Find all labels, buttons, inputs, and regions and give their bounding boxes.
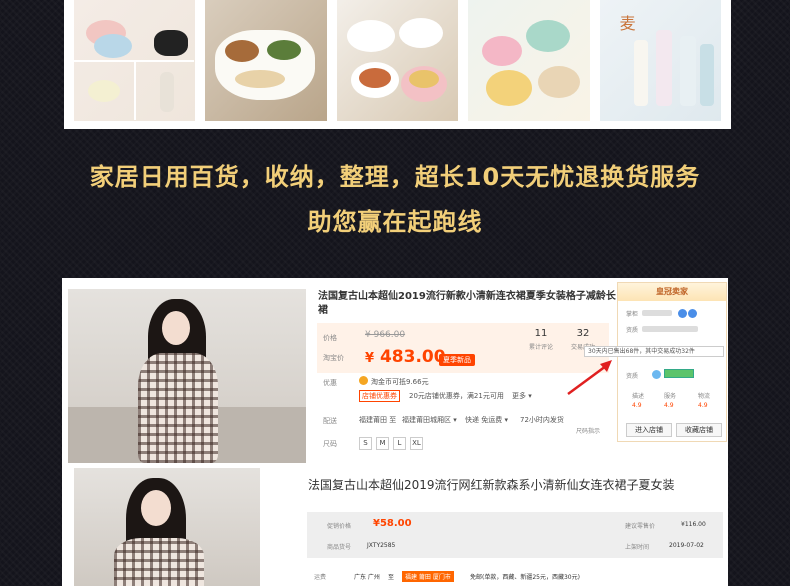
product2-ship-note: 免邮(单款，西藏、新疆25元，西藏30元) bbox=[470, 574, 580, 581]
chat-icon[interactable] bbox=[688, 309, 697, 318]
product-thumb-water-bottles[interactable]: 麦 bbox=[599, 0, 722, 121]
size-label: 尺码 bbox=[323, 440, 337, 448]
rating-label-logistics: 物流 bbox=[698, 393, 711, 400]
qualification-label: 资质 bbox=[626, 327, 639, 334]
rating-value-desc: 4.9 bbox=[632, 402, 642, 409]
new-arrival-badge: 夏季新品 bbox=[439, 354, 475, 366]
product-thumb-noodle-bowls[interactable] bbox=[336, 0, 459, 121]
sales-count: 32 bbox=[576, 328, 590, 339]
product-secondary-photo[interactable] bbox=[74, 468, 260, 586]
product2-code-label: 商品货号 bbox=[327, 544, 352, 551]
promo-subheadline: 助您赢在起跑线 bbox=[307, 208, 483, 236]
blurred-shop-name bbox=[642, 310, 672, 316]
rating-label-service: 服务 bbox=[664, 393, 677, 400]
size-option-l[interactable]: L bbox=[393, 437, 406, 450]
product-screenshot-panel: 法国复古山本超仙2019流行新款小清新连衣裙夏季女装格子减龄长裙 价格 ¥ 96… bbox=[62, 278, 728, 586]
rating-value-logistics: 4.9 bbox=[698, 402, 708, 409]
product2-price-label: 促销价格 bbox=[327, 523, 352, 530]
product2-ref-price-label: 建议零售价 bbox=[625, 523, 656, 530]
size-option-m[interactable]: M bbox=[376, 437, 389, 450]
express-select[interactable]: 快递 免运费 ▾ bbox=[465, 415, 508, 425]
coupon-text: 20元店铺优惠券，满21元可用 bbox=[409, 392, 504, 400]
product-thumb-divided-plate[interactable] bbox=[205, 0, 327, 121]
product-title[interactable]: 法国复古山本超仙2019流行新款小清新连衣裙夏季女装格子减龄长裙 bbox=[318, 290, 618, 318]
shop-keeper-label: 掌柜 bbox=[626, 311, 639, 318]
coin-icon bbox=[359, 376, 368, 385]
favorite-shop-button[interactable]: 收藏店铺 bbox=[676, 423, 722, 437]
size-option-s[interactable]: S bbox=[359, 437, 372, 450]
product2-date-label: 上架时间 bbox=[625, 544, 650, 551]
shop-info-card: 皇冠卖家 掌柜 资质 资质 描述 服务 物流 4.9 4.9 4.9 进入店铺 … bbox=[617, 282, 727, 442]
size-guide-link[interactable]: 尺码指示 bbox=[576, 426, 600, 435]
certification-label: 资质 bbox=[626, 373, 639, 380]
rating-value-service: 4.9 bbox=[664, 402, 674, 409]
more-coupons-link[interactable]: 更多 ▾ bbox=[512, 391, 532, 401]
size-option-xl[interactable]: XL bbox=[410, 437, 423, 450]
price-label: 价格 bbox=[323, 334, 337, 342]
shipping-label: 配送 bbox=[323, 417, 337, 425]
product2-date: 2019-07-02 bbox=[669, 542, 704, 549]
product2-ship-from: 广东 广州 bbox=[354, 574, 380, 581]
shop-level-header: 皇冠卖家 bbox=[618, 283, 726, 301]
ship-to-select[interactable]: 福建莆田城厢区 ▾ bbox=[402, 415, 457, 425]
product2-price: ¥58.00 bbox=[373, 518, 412, 529]
promo-price-label: 淘宝价 bbox=[323, 354, 344, 362]
review-count-label: 累计评论 bbox=[528, 344, 553, 351]
product-thumb-wheat-bowls[interactable] bbox=[468, 0, 590, 121]
red-arrow-icon bbox=[567, 360, 612, 396]
product2-title[interactable]: 法国复古山本超仙2019流行网红新款森系小清新仙女连衣裙子夏女装 bbox=[308, 476, 718, 493]
blurred-qualification bbox=[642, 326, 698, 332]
review-count: 11 bbox=[534, 328, 548, 339]
product2-ship-to-select[interactable]: 福建 莆田 厦门市 bbox=[402, 571, 454, 582]
enter-shop-button[interactable]: 进入店铺 bbox=[626, 423, 672, 437]
product2-ship-to-label: 至 bbox=[388, 574, 395, 581]
coin-text: 淘金币可抵9.66元 bbox=[371, 378, 429, 386]
badge-icon bbox=[652, 370, 661, 379]
benefit-label: 优惠 bbox=[323, 379, 337, 387]
credit-badge bbox=[664, 369, 694, 378]
ship-from: 福建莆田 至 bbox=[359, 416, 397, 424]
product-image-strip: 麦 bbox=[64, 0, 731, 129]
rating-label-desc: 描述 bbox=[632, 393, 645, 400]
product2-ref-price: ¥116.00 bbox=[681, 521, 706, 528]
ship-time: 72小时内发货 bbox=[520, 416, 564, 424]
promo-headline: 家居日用百货，收纳，整理，超长10天无忧退换货服务 bbox=[89, 163, 701, 191]
product2-price-box: 促销价格 ¥58.00 商品货号 JXTY2585 建议零售价 ¥116.00 … bbox=[307, 512, 723, 558]
original-price: ¥ 966.00 bbox=[365, 330, 406, 340]
product2-ship-label: 运费 bbox=[314, 574, 327, 581]
wangwang-icon[interactable] bbox=[678, 309, 687, 318]
product2-code: JXTY2585 bbox=[367, 542, 396, 549]
product-thumb-tableware-set[interactable] bbox=[74, 0, 196, 121]
product-main-photo[interactable] bbox=[68, 289, 306, 463]
coupon-badge[interactable]: 店铺优惠券 bbox=[359, 390, 400, 402]
current-price: ¥ 483.00 bbox=[365, 347, 446, 367]
